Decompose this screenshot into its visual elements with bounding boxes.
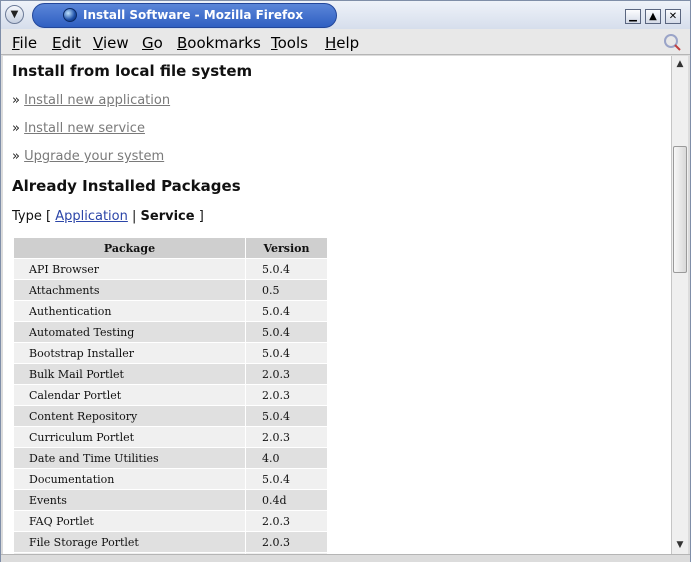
installed-heading: Already Installed Packages [12, 177, 241, 195]
bullet: » [12, 93, 20, 108]
minimize-button[interactable]: ▁ [625, 9, 641, 24]
package-version-cell: 5.0.4 [245, 300, 328, 322]
title-bar[interactable]: ▼ Install Software - Mozilla Firefox ▁ ▲… [1, 1, 690, 29]
package-version-cell: 0.4d [245, 489, 328, 511]
type-suffix: ] [198, 209, 204, 224]
package-version-cell: 5.0.4 [245, 405, 328, 427]
package-name-cell: Bulk Mail Portlet [13, 363, 246, 385]
type-separator: | [132, 209, 137, 224]
table-row: Bootstrap Installer 5.0.4 [13, 342, 328, 364]
status-bar [1, 554, 690, 562]
scroll-down-arrow-icon[interactable]: ▼ [673, 538, 687, 552]
filter-application-link[interactable]: Application [55, 209, 128, 224]
menu-edit[interactable]: Edit [52, 34, 81, 52]
package-name-cell: Bootstrap Installer [13, 342, 246, 364]
package-version-cell: 5.0.4 [245, 468, 328, 490]
table-row: File Storage Portlet 2.0.3 [13, 531, 328, 553]
package-name-cell: Attachments [13, 279, 246, 301]
window-menu-button[interactable]: ▼ [5, 5, 24, 24]
packages-table: Package Version API Browser 5.0.4 Attachme… [13, 237, 328, 554]
package-name-cell: Authentication [13, 300, 246, 322]
install-app-line: » Install new application [12, 93, 170, 108]
menu-help-label: Help [325, 34, 360, 52]
throbber-icon [664, 34, 681, 51]
maximize-button[interactable]: ▲ [645, 9, 661, 24]
window-title: Install Software - Mozilla Firefox [83, 8, 304, 22]
package-name-cell: File Storage Portlet [13, 531, 246, 553]
menu-go[interactable]: Go [142, 34, 163, 52]
upgrade-line: » Upgrade your system [12, 149, 164, 164]
install-heading: Install from local file system [12, 62, 253, 80]
close-button[interactable]: ✕ [665, 9, 681, 24]
vertical-scrollbar[interactable]: ▲ ▼ [671, 56, 688, 554]
table-row: Calendar Portlet 2.0.3 [13, 384, 328, 406]
menu-tools[interactable]: Tools [271, 34, 308, 52]
package-version-cell: 5.0.4 [245, 258, 328, 280]
menu-tools-label: Tools [271, 34, 308, 52]
package-name-cell: Calendar Portlet [13, 384, 246, 406]
header-package: Package [13, 237, 246, 259]
menu-go-label: Go [142, 34, 163, 52]
type-filter: Type [ Application | Service ] [12, 209, 204, 224]
package-name-cell: API Browser [13, 258, 246, 280]
table-row: API Browser 5.0.4 [13, 258, 328, 280]
table-row: Curriculum Portlet 2.0.3 [13, 426, 328, 448]
package-name-cell: FAQ Portlet [13, 510, 246, 532]
table-row: FAQ Portlet 2.0.3 [13, 510, 328, 532]
package-name-cell: Curriculum Portlet [13, 426, 246, 448]
packages-table-body: API Browser 5.0.4 Attachments 0.5 Authentica… [13, 258, 328, 554]
package-version-cell: 4.0 [245, 447, 328, 469]
type-prefix: Type [ [12, 209, 52, 224]
package-name-cell: Automated Testing [13, 321, 246, 343]
firefox-globe-icon [63, 8, 77, 22]
bullet: » [12, 121, 20, 136]
install-new-service-link[interactable]: Install new service [24, 121, 145, 136]
table-row: Content Repository 5.0.4 [13, 405, 328, 427]
menu-view[interactable]: View [93, 34, 129, 52]
menu-bar: File Edit View Go Bookmarks Tools Help [1, 29, 690, 55]
package-name-cell: Events [13, 489, 246, 511]
menu-edit-label: Edit [52, 34, 82, 52]
table-row: Automated Testing 5.0.4 [13, 321, 328, 343]
menu-view-label: View [93, 34, 129, 52]
table-row: Attachments 0.5 [13, 279, 328, 301]
package-version-cell: 2.0.3 [245, 531, 328, 553]
package-version-cell: 2.0.3 [245, 384, 328, 406]
menu-file-label: File [12, 34, 38, 52]
package-name-cell: Date and Time Utilities [13, 447, 246, 469]
table-row: Documentation 5.0.4 [13, 468, 328, 490]
menu-file[interactable]: File [12, 34, 37, 52]
menu-bookmarks[interactable]: Bookmarks [177, 34, 261, 52]
package-version-cell: 2.0.3 [245, 363, 328, 385]
scroll-thumb[interactable] [673, 146, 687, 273]
package-version-cell: 5.0.4 [245, 342, 328, 364]
upgrade-system-link[interactable]: Upgrade your system [24, 149, 164, 164]
package-version-cell: 5.0.4 [245, 321, 328, 343]
title-pill: Install Software - Mozilla Firefox [32, 3, 337, 28]
table-row: Date and Time Utilities 4.0 [13, 447, 328, 469]
filter-service-current: Service [140, 209, 195, 224]
table-row: Authentication 5.0.4 [13, 300, 328, 322]
scroll-up-arrow-icon[interactable]: ▲ [673, 57, 687, 71]
page-content: Install from local file system » Install… [3, 56, 671, 554]
package-version-cell: 2.0.3 [245, 510, 328, 532]
menu-bookmarks-label: Bookmarks [177, 34, 261, 52]
install-new-application-link[interactable]: Install new application [24, 93, 170, 108]
header-version: Version [245, 237, 328, 259]
package-name-cell: Content Repository [13, 405, 246, 427]
package-version-cell: 2.0.3 [245, 426, 328, 448]
table-row: Bulk Mail Portlet 2.0.3 [13, 363, 328, 385]
menu-help[interactable]: Help [325, 34, 359, 52]
bullet: » [12, 149, 20, 164]
package-name-cell: Documentation [13, 468, 246, 490]
install-service-line: » Install new service [12, 121, 145, 136]
browser-window: ▼ Install Software - Mozilla Firefox ▁ ▲… [0, 0, 691, 562]
package-version-cell: 0.5 [245, 279, 328, 301]
table-row: Events 0.4d [13, 489, 328, 511]
